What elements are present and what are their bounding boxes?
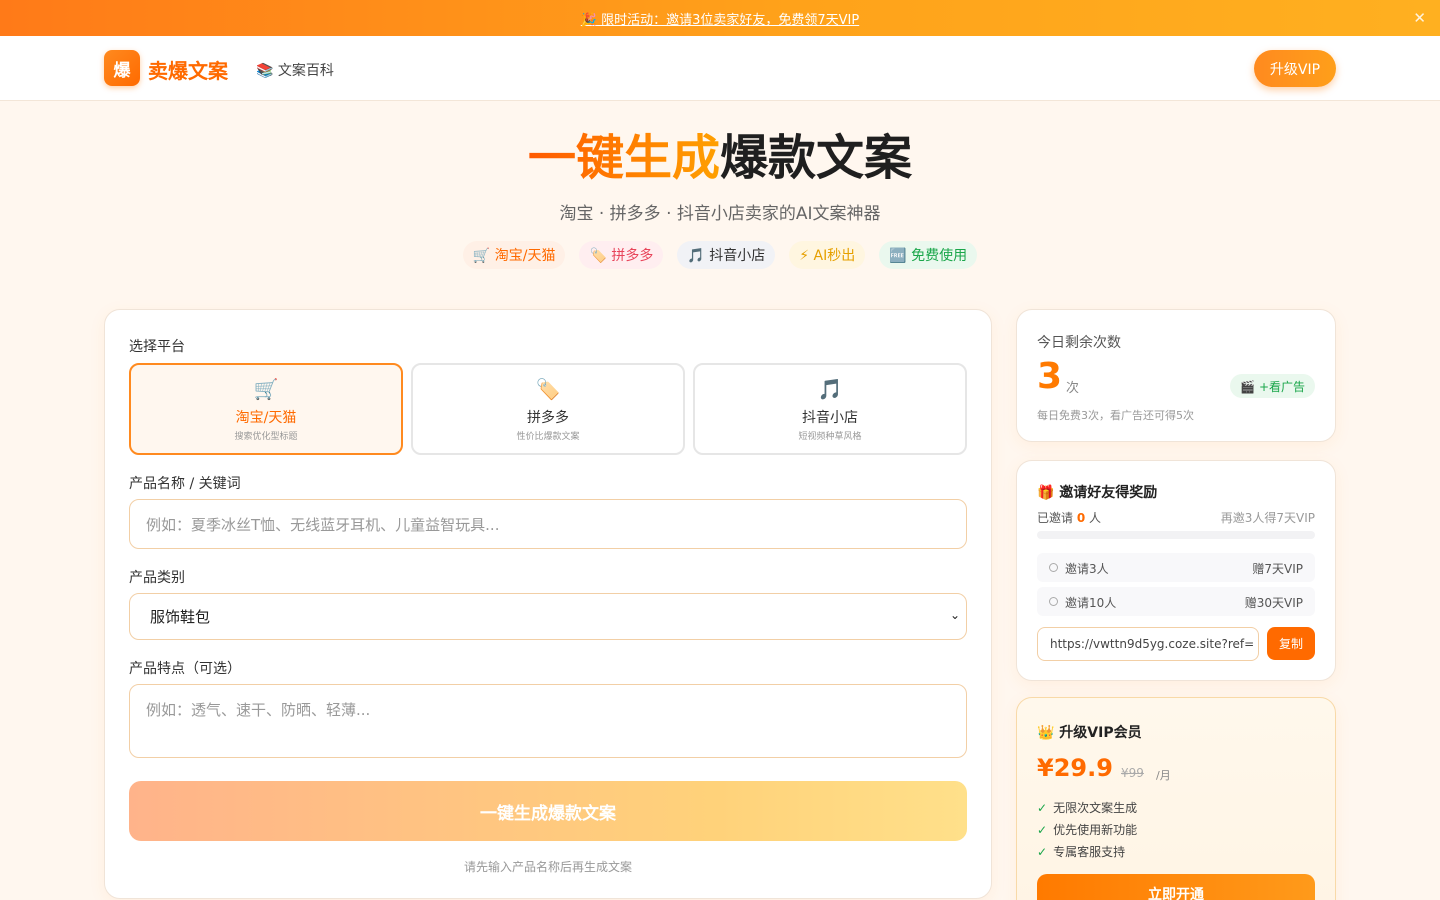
invite-count: 已邀请 0 人 [1037,511,1102,525]
chip-pinduoduo: 🏷️ 拼多多 [579,241,664,269]
chip-taobao: 🛒 淘宝/天猫 [462,241,566,269]
check-icon: ✓ [1037,845,1048,859]
hero-title-rest: 爆款文案 [720,130,913,186]
reward-row: 邀请3人 赠7天VIP [1037,553,1315,582]
hero-title: 一键生成爆款文案 [0,128,1440,188]
platform-desc: 短视频种草风格 [798,432,862,442]
chip-free: 🆓 免费使用 [879,241,978,269]
invite-count-value: 0 [1076,511,1086,525]
circle-icon [1049,597,1058,606]
chip-douyin: 🎵 抖音小店 [677,241,776,269]
nav-link-encyclopedia[interactable]: 📚 文案百科 [256,60,334,80]
invite-title: 🎁 邀请好友得奖励 [1037,485,1158,501]
hero-subtitle: 淘宝 · 拼多多 · 抖音小店卖家的AI文案神器 [559,204,881,224]
usage-count: 3 [1037,356,1063,397]
vip-price: ¥29.9 [1037,754,1113,782]
reward-row: 邀请10人 赠30天VIP [1037,587,1315,616]
platform-desc: 搜索优化型标题 [234,432,298,442]
category-value: 服饰鞋包 [150,608,211,626]
hero-title-highlight: 一键生成 [527,130,720,186]
category-label: 产品类别 [129,570,185,586]
check-icon: ✓ [1037,823,1048,837]
product-name-label: 产品名称 / 关键词 [129,476,241,492]
invite-progress-bar [1037,531,1315,539]
promo-banner: 🎉 限时活动：邀请3位卖家好友，免费领7天VIP ✕ [0,0,1440,36]
features-textarea[interactable]: 例如：透气、速干、防晒、轻薄... [129,684,967,758]
close-icon[interactable]: ✕ [1413,9,1426,27]
vip-card: 👑 升级VIP会员 ¥29.9 ¥99 /月 ✓ 无限次文案生成 ✓ 优先使用新功能… [1016,697,1336,900]
platform-option-douyin[interactable]: 🎵 抖音小店 短视频种草风格 [693,363,967,455]
watch-ad-button[interactable]: 🎬 +看广告 [1230,374,1315,398]
vip-title: 👑 升级VIP会员 [1037,725,1142,741]
product-name-input[interactable]: 例如：夏季冰丝T恤、无线蓝牙耳机、儿童益智玩具... [129,499,967,549]
logo-icon[interactable]: 爆 [104,50,140,86]
reward-name: 邀请10人 [1065,596,1117,610]
feature-chips: 🛒 淘宝/天猫 🏷️ 拼多多 🎵 抖音小店 ⚡ AI秒出 🆓 免费使用 [0,241,1440,269]
music-note-icon: 🎵 [817,377,843,401]
platform-name: 拼多多 [527,410,569,426]
referral-link-input[interactable]: https://vwttn9d5yg.coze.site?ref= [1037,627,1259,661]
platform-option-taobao[interactable]: 🛒 淘宝/天猫 搜索优化型标题 [129,363,403,455]
vip-benefit: ✓ 专属客服支持 [1037,845,1126,859]
generator-card: 选择平台 🛒 淘宝/天猫 搜索优化型标题 🏷️ 拼多多 性价比爆款文案 🎵 抖音… [104,309,992,899]
upgrade-vip-button[interactable]: 升级VIP [1254,50,1336,87]
vip-benefit: ✓ 无限次文案生成 [1037,801,1138,815]
open-vip-button[interactable]: 立即开通 [1037,874,1315,900]
reward-prize: 赠7天VIP [1252,562,1303,576]
platform-name: 淘宝/天猫 [235,410,297,426]
category-select[interactable]: 服饰鞋包 ⌄ [129,593,967,640]
usage-unit: 次 [1066,381,1080,396]
chip-ai-fast: ⚡ AI秒出 [789,241,866,269]
tag-icon: 🏷️ [535,377,561,401]
features-label: 产品特点（可选） [129,661,241,677]
reward-name: 邀请3人 [1065,562,1109,576]
platform-option-pinduoduo[interactable]: 🏷️ 拼多多 性价比爆款文案 [411,363,685,455]
cart-icon: 🛒 [253,377,279,401]
promo-link[interactable]: 🎉 限时活动：邀请3位卖家好友，免费领7天VIP [581,9,859,28]
usage-desc: 每日免费3次，看广告还可得5次 [1037,409,1194,422]
circle-icon [1049,563,1058,572]
copy-button[interactable]: 复制 [1267,627,1315,660]
check-icon: ✓ [1037,801,1048,815]
generate-hint: 请先输入产品名称后再生成文案 [463,860,632,874]
logo-text[interactable]: 卖爆文案 [148,55,228,84]
invite-card: 🎁 邀请好友得奖励 已邀请 0 人 再邀3人得7天VIP 邀请3人 赠7天VIP… [1016,460,1336,681]
reward-prize: 赠30天VIP [1244,596,1303,610]
chevron-down-icon: ⌄ [949,608,960,622]
vip-period: /月 [1156,769,1171,782]
header: 爆 卖爆文案 📚 文案百科 升级VIP [0,36,1440,101]
invite-need: 再邀3人得7天VIP [1220,511,1315,525]
usage-title: 今日剩余次数 [1037,335,1121,351]
usage-card: 今日剩余次数 3 次 🎬 +看广告 每日免费3次，看广告还可得5次 [1016,309,1336,442]
platform-desc: 性价比爆款文案 [516,432,580,442]
vip-old-price: ¥99 [1121,766,1144,780]
vip-benefit: ✓ 优先使用新功能 [1037,823,1138,837]
platform-label: 选择平台 [129,339,185,355]
generate-button[interactable]: 一键生成爆款文案 [129,781,967,841]
platform-name: 抖音小店 [802,410,858,426]
